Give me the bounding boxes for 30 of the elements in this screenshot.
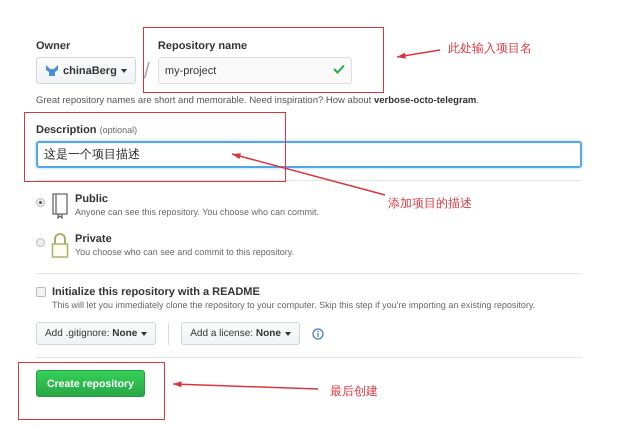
visibility-title: Public [75,193,110,205]
visibility-description: Anyone can see this repository. You choose who can commit. [75,207,319,217]
readme-label: Initialize this repository with a README [52,286,261,298]
caret-icon [141,332,148,336]
caret-icon [284,332,291,336]
repository-name-field[interactable]: my-project [158,57,352,84]
annotation-label: 添加项目的描述 [388,195,472,212]
annotation-label: 最后创建 [330,383,378,400]
gitignore-dropdown[interactable]: Add .gitignore: None [36,322,156,345]
visibility-radio[interactable] [36,198,45,207]
visibility-title: Private [75,233,113,245]
visibility-description: You choose who can see and commit to this repository. [75,247,294,257]
hint-text: Great repository names are short and memorable. Need inspiration? How about verbose-octo-telegram. [36,95,480,106]
owner-dropdown[interactable]: chinaBerg [36,57,136,84]
visibility-radio[interactable] [36,238,45,247]
info-icon[interactable] [312,328,324,340]
readme-checkbox[interactable] [36,287,46,297]
description-field[interactable]: 这是一个项目描述 [36,141,582,168]
description-label: Description (optional) [36,124,138,136]
annotation-label: 此处输入项目名 [448,40,532,57]
owner-avatar-icon [45,64,59,77]
caret-icon [120,68,127,72]
arrow [396,49,440,59]
license-dropdown[interactable]: Add a license: None [181,322,300,345]
slash-separator: / [142,58,151,84]
lock-icon [51,233,69,259]
owner-label: Owner [36,40,72,52]
readme-description: This will let you immediately clone the repository to your computer. Skip this step if you're importing an existing repository. [52,300,536,310]
book-icon [51,193,69,219]
repository-name-label: Repository name [158,40,248,52]
